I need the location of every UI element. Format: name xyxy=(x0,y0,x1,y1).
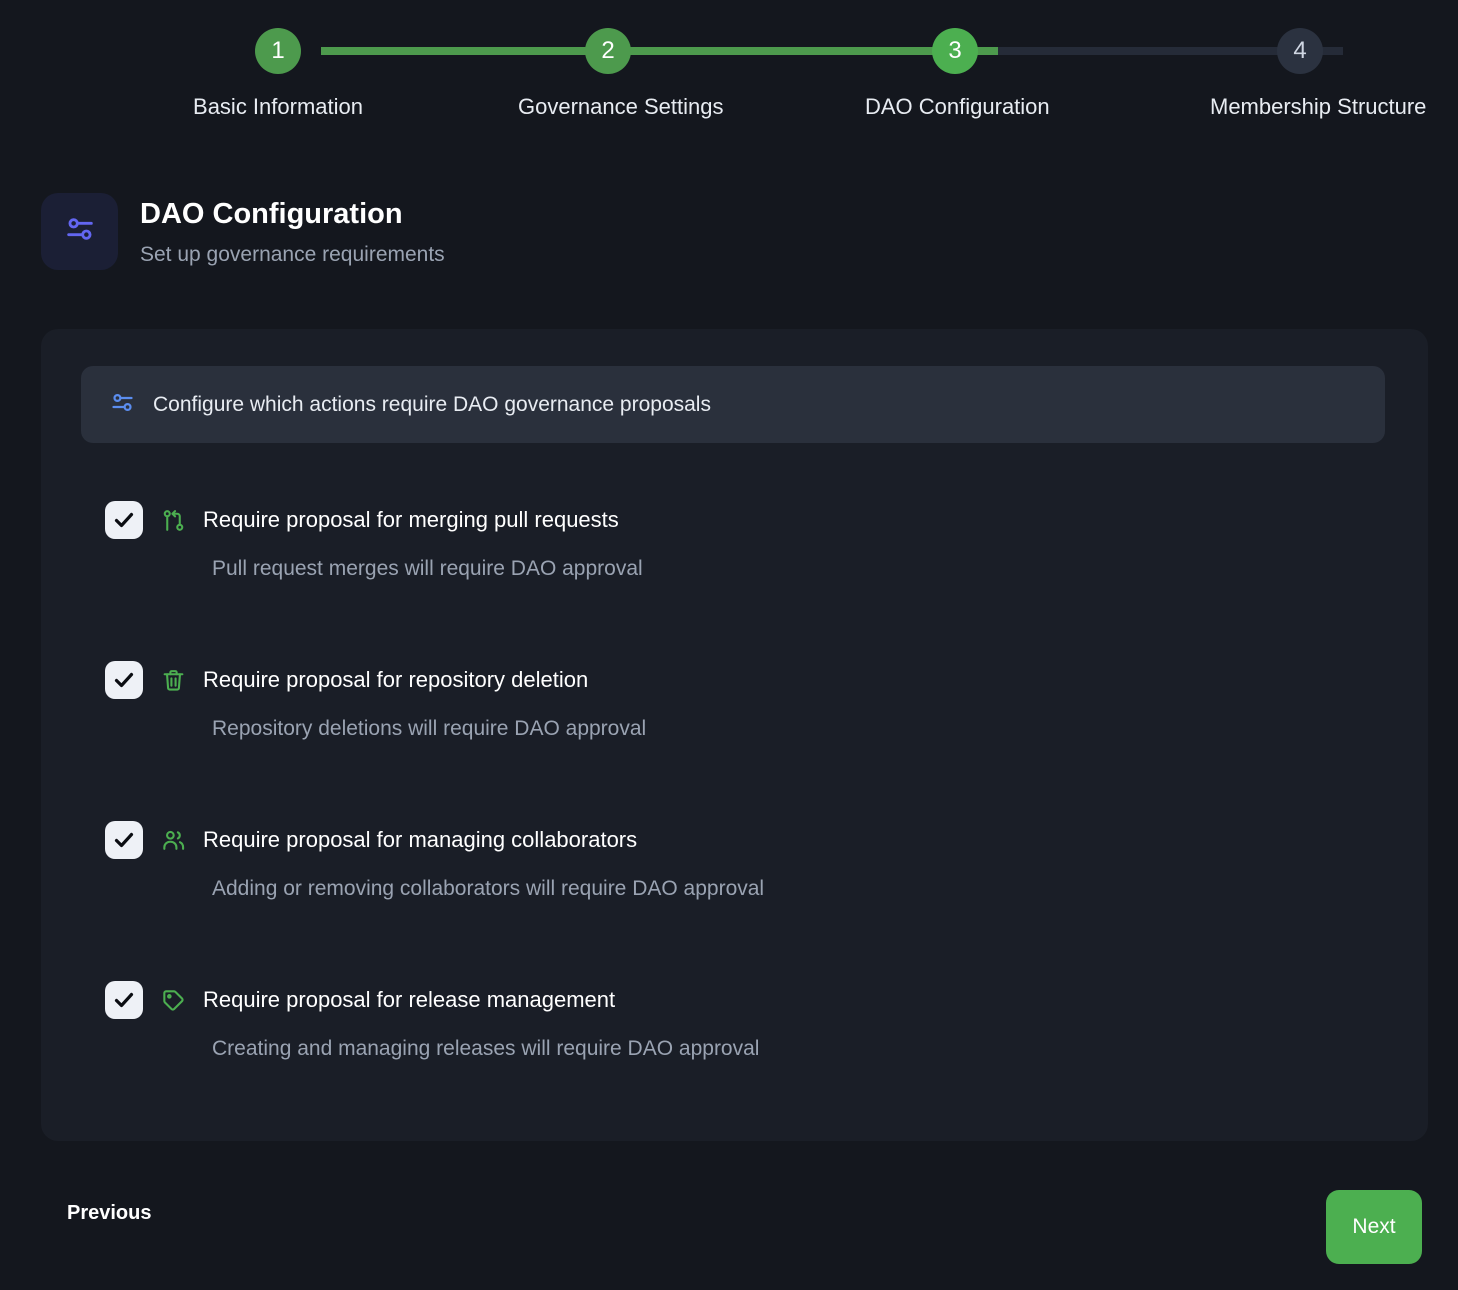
stepper-track: 1 Basic Information 2 Governance Setting… xyxy=(94,28,1426,119)
info-banner: Configure which actions require DAO gove… xyxy=(81,366,1385,443)
dao-configuration-wizard: 1 Basic Information 2 Governance Setting… xyxy=(0,0,1458,1290)
page-title: DAO Configuration xyxy=(140,198,403,230)
stepper-step-2-label: Governance Settings xyxy=(518,94,724,119)
stepper-step-3-circle[interactable]: 3 xyxy=(932,28,978,74)
check-icon xyxy=(114,672,134,688)
stepper-step-3-number: 3 xyxy=(948,37,962,64)
info-banner-text: Configure which actions require DAO gove… xyxy=(153,392,711,416)
option-description: Adding or removing collaborators will re… xyxy=(212,877,765,900)
stepper-step-1-circle[interactable]: 1 xyxy=(255,28,301,74)
option-header: Require proposal for managing collaborat… xyxy=(105,821,1385,859)
option-header: Require proposal for release management xyxy=(105,981,1385,1019)
option-description: Repository deletions will require DAO ap… xyxy=(212,717,647,740)
option-row: Require proposal for managing collaborat… xyxy=(105,821,1385,981)
stepper-step-1-label: Basic Information xyxy=(193,94,363,119)
checkbox-require-proposal-merging-pull-requests[interactable] xyxy=(105,501,143,539)
users-icon xyxy=(160,828,186,853)
stepper-step-2-circle[interactable]: 2 xyxy=(585,28,631,74)
option-description: Pull request merges will require DAO app… xyxy=(212,557,643,580)
stepper-step-4-label: Membership Structure xyxy=(1210,94,1427,119)
options-list: Require proposal for merging pull reques… xyxy=(105,501,1385,1141)
check-icon xyxy=(114,512,134,528)
stepper-step-4-number: 4 xyxy=(1293,37,1307,64)
trash-icon xyxy=(160,668,186,693)
tag-icon xyxy=(160,988,186,1013)
stepper-step-2-number: 2 xyxy=(601,37,615,64)
stepper-step-1-number: 1 xyxy=(271,37,285,64)
option-description: Creating and managing releases will requ… xyxy=(212,1037,760,1060)
git-pull-request-icon xyxy=(160,508,186,533)
next-button[interactable]: Next xyxy=(1326,1190,1422,1264)
configuration-card: Configure which actions require DAO gove… xyxy=(41,329,1428,1141)
check-icon xyxy=(114,832,134,848)
checkbox-require-proposal-release-management[interactable] xyxy=(105,981,143,1019)
option-label: Require proposal for merging pull reques… xyxy=(203,507,619,532)
stepper-step-3-label: DAO Configuration xyxy=(865,94,1050,119)
option-header: Require proposal for merging pull reques… xyxy=(105,501,1385,539)
section-header: DAO Configuration Set up governance requ… xyxy=(41,193,445,270)
page-subtitle: Set up governance requirements xyxy=(140,242,445,266)
section-icon-box xyxy=(41,193,118,270)
stepper-step-3[interactable]: 3 DAO Configuration xyxy=(865,28,1050,120)
option-row: Require proposal for release management … xyxy=(105,981,1385,1141)
checkbox-require-proposal-repository-deletion[interactable] xyxy=(105,661,143,699)
wizard-stepper: 1 Basic Information 2 Governance Setting… xyxy=(0,28,1458,148)
stepper-step-4[interactable]: 4 Membership Structure xyxy=(1210,28,1427,120)
option-label: Require proposal for release management xyxy=(203,987,616,1012)
option-row: Require proposal for repository deletion… xyxy=(105,661,1385,821)
option-header: Require proposal for repository deletion xyxy=(105,661,1385,699)
option-label: Require proposal for managing collaborat… xyxy=(203,827,638,852)
checkbox-require-proposal-managing-collaborators[interactable] xyxy=(105,821,143,859)
wizard-footer: Previous Next xyxy=(41,1176,1428,1276)
check-icon xyxy=(114,992,134,1008)
section-header-text: DAO Configuration Set up governance requ… xyxy=(140,193,445,267)
stepper-step-2[interactable]: 2 Governance Settings xyxy=(518,28,724,120)
option-row: Require proposal for merging pull reques… xyxy=(105,501,1385,661)
option-label: Require proposal for repository deletion xyxy=(203,667,589,692)
sliders-icon xyxy=(109,389,136,421)
stepper-step-4-circle[interactable]: 4 xyxy=(1277,28,1323,74)
sliders-icon xyxy=(63,212,97,251)
stepper-step-1[interactable]: 1 Basic Information xyxy=(188,28,368,120)
previous-button[interactable]: Previous xyxy=(67,1202,151,1225)
